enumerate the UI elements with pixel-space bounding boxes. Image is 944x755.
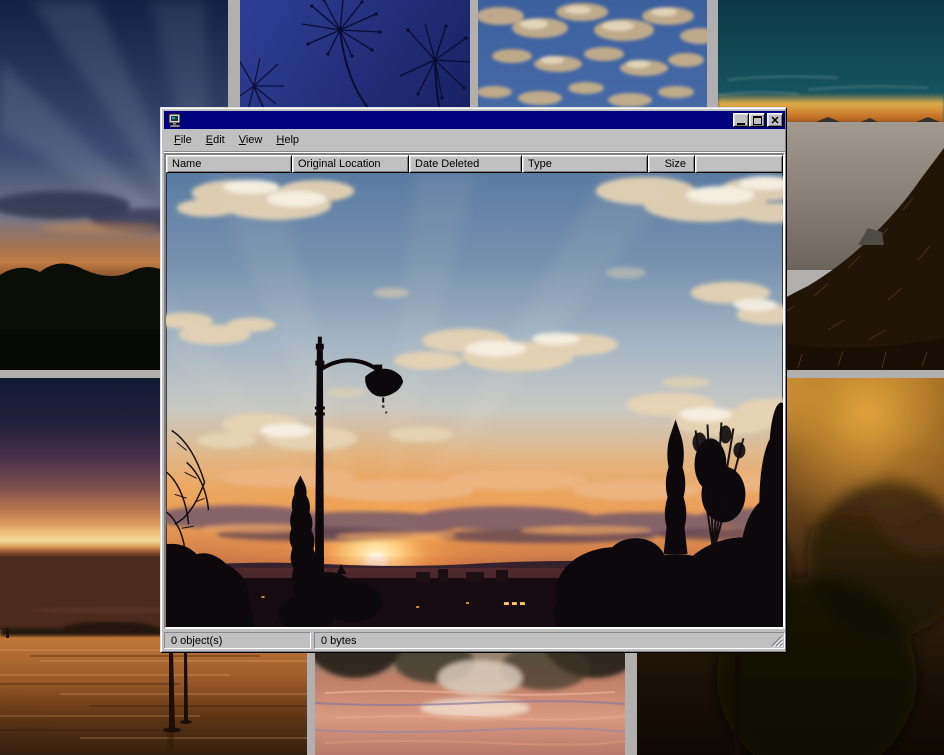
maximize-icon [753,116,762,125]
maximize-button[interactable] [749,113,765,127]
status-bar: 0 object(s) 0 bytes [164,632,785,651]
status-bytes-text: 0 bytes [321,635,356,647]
menu-bar: File Edit View Help [164,130,785,151]
minimize-button[interactable] [733,113,749,127]
list-header: Name Original Location Date Deleted Type… [166,155,783,173]
column-header-date-deleted[interactable]: Date Deleted [409,155,522,173]
column-header-spacer [695,155,783,173]
close-button[interactable] [767,113,783,127]
close-icon [771,116,779,124]
menu-item-view[interactable]: View [232,132,270,149]
column-header-name[interactable]: Name [166,155,292,173]
status-bytes-panel: 0 bytes [314,632,785,649]
column-header-size[interactable]: Size [648,155,695,173]
column-header-original-location[interactable]: Original Location [292,155,409,173]
desktop: File Edit View Help Name Original Locati… [0,0,944,755]
column-header-type[interactable]: Type [522,155,648,173]
title-bar[interactable] [164,111,785,129]
resize-grip[interactable] [770,634,783,647]
sunset-streetlamp-photo [166,173,783,627]
status-objects-panel: 0 object(s) [164,632,311,649]
list-view: Name Original Location Date Deleted Type… [164,153,785,629]
list-content-area [166,173,783,627]
computer-icon [167,113,183,128]
menu-item-help[interactable]: Help [269,132,306,149]
minimize-icon [737,123,745,125]
menu-item-file[interactable]: File [167,132,199,149]
menu-item-edit[interactable]: Edit [199,132,232,149]
recycle-bin-window: File Edit View Help Name Original Locati… [160,107,787,653]
